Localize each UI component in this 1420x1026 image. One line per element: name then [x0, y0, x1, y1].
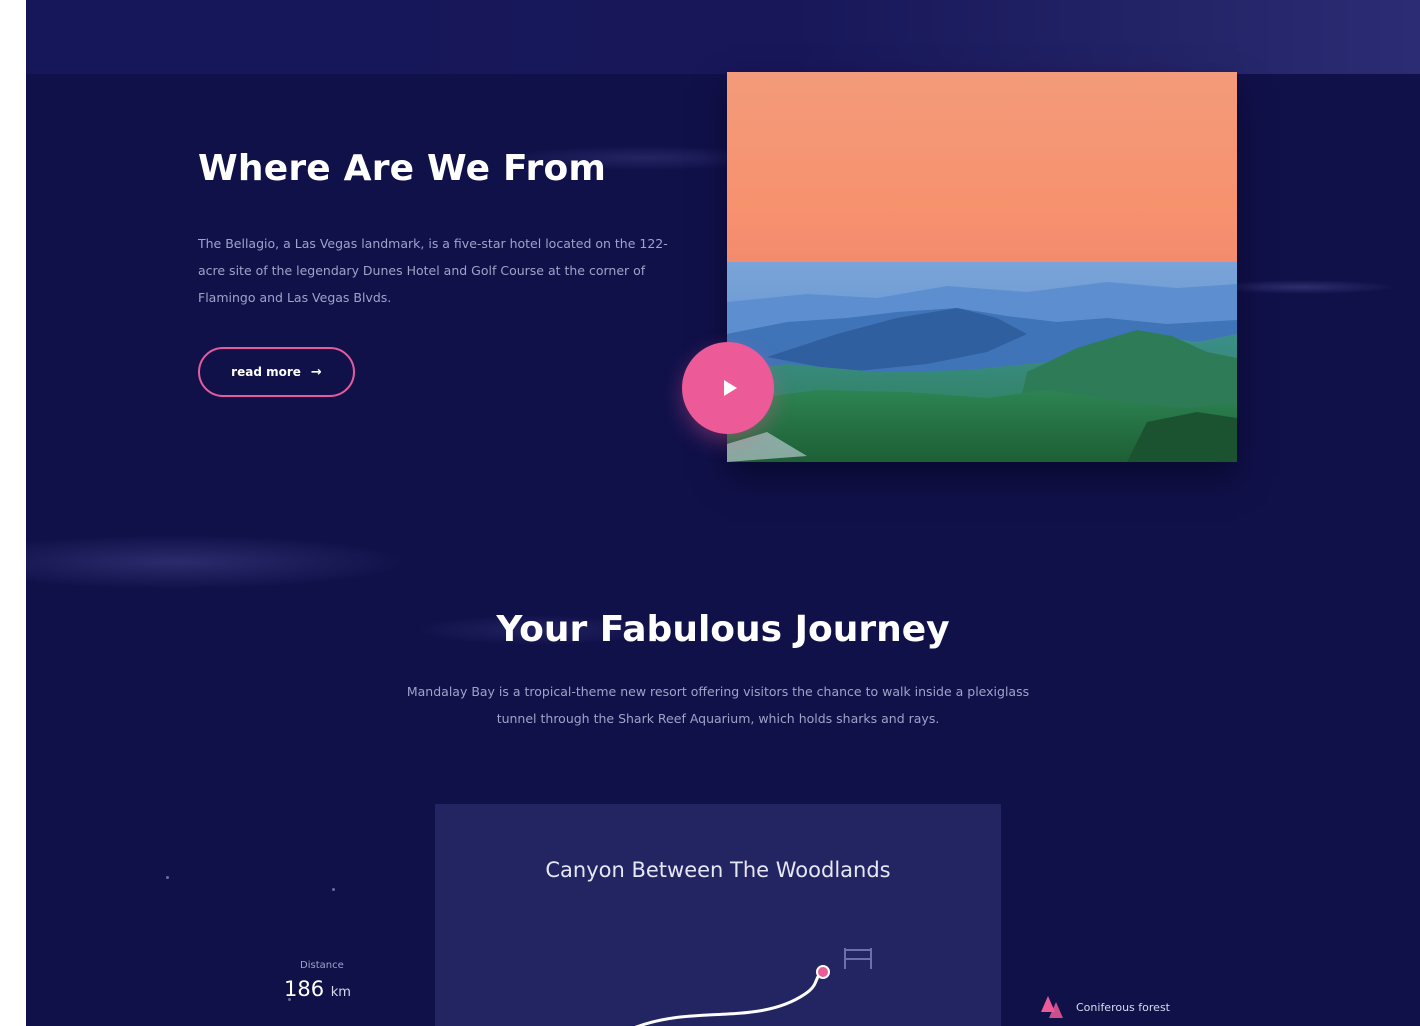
terrain-legend-item: Coniferous forest — [1040, 994, 1170, 1020]
distance-value: 186 — [284, 977, 325, 1001]
journey-text: Mandalay Bay is a tropical-theme new res… — [406, 684, 1030, 726]
about-text: The Bellagio, a Las Vegas landmark, is a… — [198, 236, 668, 305]
journey-title: Your Fabulous Journey — [496, 609, 950, 650]
distance-label: Distance — [300, 960, 344, 971]
route-card: Canyon Between The Woodlands — [435, 804, 1001, 1026]
top-band — [26, 0, 1420, 74]
route-map — [635, 948, 872, 1026]
arrow-right-icon: → — [310, 364, 322, 380]
cloud-streak — [26, 535, 406, 589]
route-path — [635, 970, 825, 1026]
route-end-point — [816, 965, 830, 979]
distance-unit: km — [330, 985, 351, 1000]
read-more-label: read more — [231, 365, 301, 379]
read-more-button[interactable]: read more → — [198, 347, 355, 397]
star-dot — [332, 888, 335, 891]
terrain-label: Coniferous forest — [1076, 1000, 1170, 1014]
about-title: Where Are We From — [198, 148, 607, 189]
landscape-photo — [727, 72, 1237, 462]
distance-value-row: 186 km — [284, 977, 351, 1001]
mountain-landscape-image — [727, 72, 1237, 462]
page: Where Are We From The Bellagio, a Las Ve… — [26, 0, 1420, 1026]
play-icon — [724, 380, 737, 396]
distance-stat: Distance 186 km — [284, 960, 351, 1001]
flag-icon — [844, 948, 872, 969]
play-button[interactable] — [682, 342, 774, 434]
star-dot — [166, 876, 169, 879]
tree-icon — [1041, 996, 1063, 1018]
